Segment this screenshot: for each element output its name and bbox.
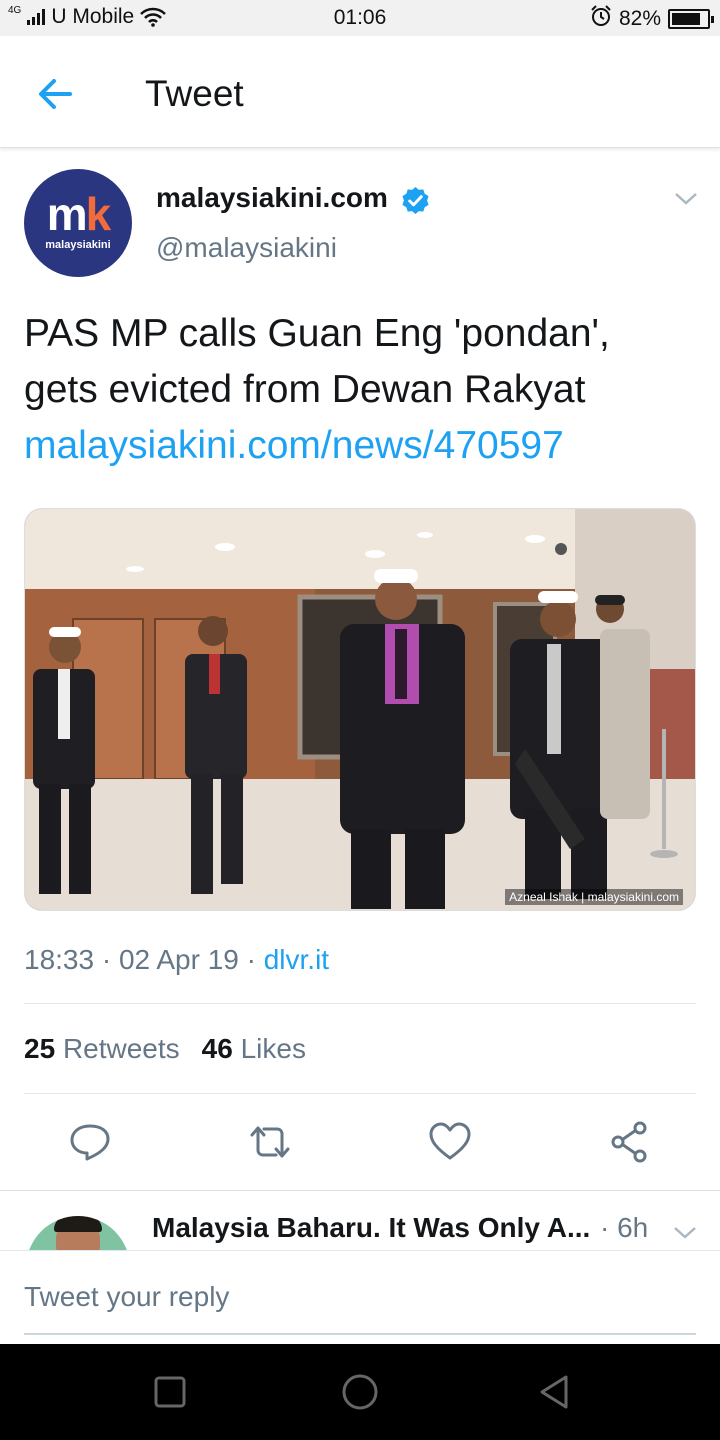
reply-time: · 6h (600, 1212, 649, 1243)
retweets-label: Retweets (62, 1033, 180, 1064)
share-icon (611, 1121, 647, 1163)
tweet-stats: 25 Retweets 46 Likes (24, 1033, 306, 1065)
avatar-logo-text: malaysiakini (45, 239, 111, 251)
retweet-icon (250, 1126, 290, 1158)
reply-button[interactable] (66, 1118, 114, 1166)
chevron-down-icon[interactable] (672, 1224, 698, 1242)
recents-button[interactable] (150, 1372, 190, 1412)
tweet-link[interactable]: malaysiakini.com/news/470597 (24, 418, 704, 474)
reply-author-name[interactable]: Malaysia Baharu. It Was Only A... (152, 1212, 590, 1244)
battery-icon (668, 9, 714, 29)
battery-percent: 82% (618, 7, 661, 30)
triangle-back-icon (540, 1375, 568, 1409)
status-right: 82% (590, 5, 714, 33)
divider (0, 1190, 720, 1191)
photo-image (25, 509, 695, 910)
like-button[interactable] (426, 1118, 474, 1166)
tweet-date: 02 Apr 19 (118, 944, 239, 975)
likes-label: Likes (240, 1033, 306, 1064)
tweet-text: PAS MP calls Guan Eng 'pondan', gets evi… (24, 306, 704, 474)
retweet-button[interactable] (246, 1118, 294, 1166)
author-avatar[interactable]: mk malaysiakini (24, 169, 132, 277)
home-button[interactable] (340, 1372, 380, 1412)
page-title: Tweet (145, 73, 244, 114)
app-header: Tweet (0, 36, 720, 148)
divider (24, 1003, 696, 1004)
chevron-down-icon[interactable] (673, 190, 699, 208)
tweet-time: 18:33 (24, 944, 95, 975)
verified-badge-icon (402, 186, 429, 215)
like-icon (429, 1122, 471, 1160)
status-bar: 4G U Mobile 01:06 82% (0, 0, 720, 36)
back-button[interactable] (30, 70, 80, 120)
system-nav-bar (0, 1344, 720, 1440)
alarm-icon (590, 5, 612, 33)
author-handle[interactable]: @malaysiakini (156, 232, 337, 264)
divider (24, 1093, 696, 1094)
avatar-logo: mk (46, 188, 111, 240)
arrow-left-icon (39, 79, 72, 109)
back-nav-button[interactable] (534, 1372, 574, 1412)
photo-credit: Azneal Ishak | malaysiakini.com (505, 889, 683, 905)
likes-count: 46 (201, 1033, 233, 1064)
tweet-photo[interactable]: Azneal Ishak | malaysiakini.com (24, 508, 696, 911)
input-underline (24, 1333, 696, 1335)
tweet-source-link[interactable]: dlvr.it (264, 944, 329, 975)
tweet-timestamp: 18:33 · 02 Apr 19 · dlvr.it (24, 944, 330, 975)
retweets-stat[interactable]: 25 Retweets (24, 1033, 180, 1064)
reply-icon (70, 1124, 110, 1161)
author-name[interactable]: malaysiakini.com (156, 182, 388, 214)
retweets-count: 25 (24, 1033, 56, 1064)
tweet-text-line: PAS MP calls Guan Eng 'pondan', (24, 312, 610, 355)
reply-compose-bar: Tweet your reply (0, 1250, 720, 1344)
share-button[interactable] (606, 1118, 654, 1166)
likes-stat[interactable]: 46 Likes (202, 1033, 306, 1064)
circle-icon (342, 1374, 378, 1410)
reply-input[interactable]: Tweet your reply (24, 1281, 229, 1313)
tweet-text-line: gets evicted from Dewan Rakyat (24, 368, 586, 411)
square-icon (154, 1376, 186, 1408)
tweet-actions (0, 1118, 720, 1166)
